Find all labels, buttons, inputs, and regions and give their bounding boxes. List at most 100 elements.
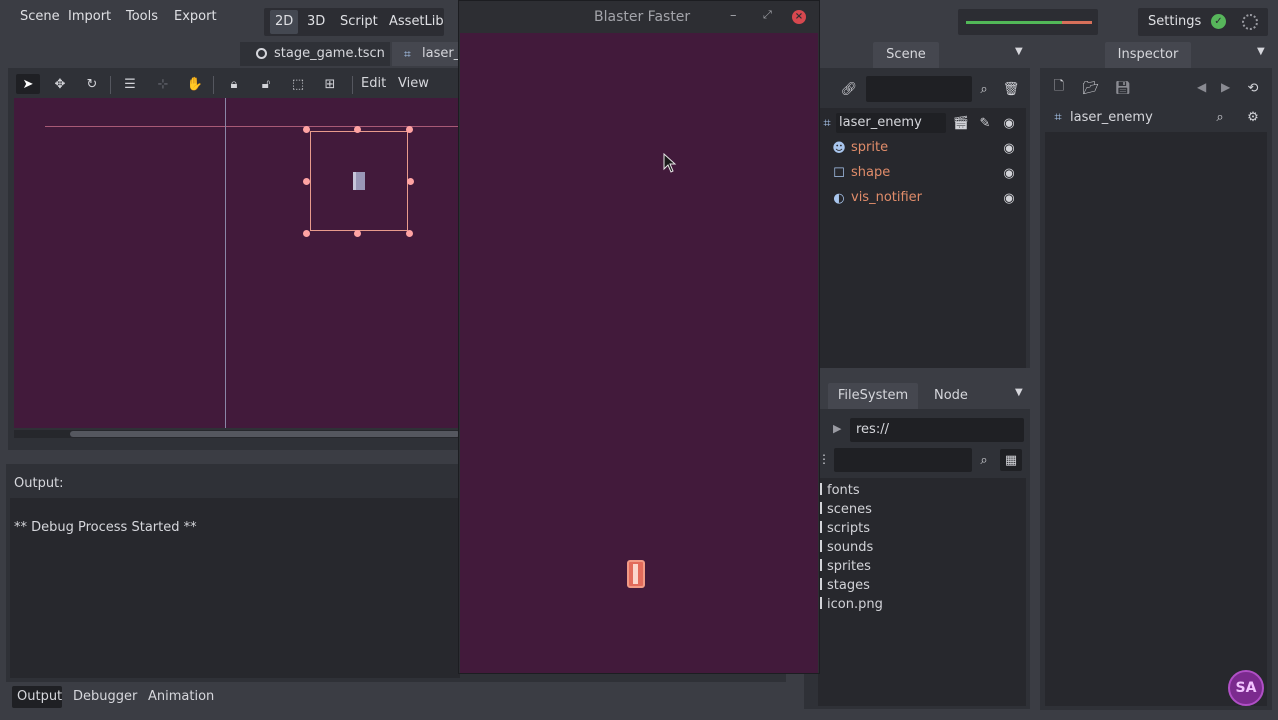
fs-item-sprites[interactable]: sprites — [820, 557, 871, 576]
tree-item-vis-notifier[interactable]: vis_notifier — [851, 187, 922, 209]
history-forward-icon[interactable]: ▶ — [1221, 80, 1230, 94]
toolbar-divider — [110, 76, 111, 94]
scrollbar-thumb[interactable] — [70, 431, 460, 437]
resize-handle[interactable] — [406, 126, 413, 133]
trash-icon[interactable]: 🗑︎ — [1003, 81, 1020, 97]
resize-handle[interactable] — [354, 126, 361, 133]
axis-y-line — [225, 98, 226, 428]
mode-3d[interactable]: 3D — [302, 10, 330, 34]
logo-icon: SA — [1228, 670, 1264, 706]
history-icon[interactable]: ⟲ — [1245, 80, 1261, 96]
resize-handle[interactable] — [303, 230, 310, 237]
tab-scene[interactable]: Scene — [873, 42, 939, 68]
mode-script[interactable]: Script — [335, 10, 383, 34]
eye-icon[interactable]: ◉ — [1001, 140, 1017, 156]
node2d-icon: ⌗ — [1054, 109, 1062, 125]
resize-handle[interactable] — [407, 178, 414, 185]
move-icon[interactable]: ✥ — [52, 76, 68, 92]
fs-search-input[interactable] — [834, 448, 972, 472]
scene-dock-menu-icon[interactable]: ▼ — [1015, 46, 1023, 57]
script-icon[interactable]: ✎ — [977, 115, 993, 131]
output-title: Output: — [14, 476, 64, 491]
resize-handle[interactable] — [354, 230, 361, 237]
audio-meter — [958, 9, 1098, 35]
gear-icon[interactable]: ⚙ — [1245, 109, 1261, 125]
new-resource-icon[interactable]: 🗋︎ — [1051, 79, 1067, 96]
scene-filter-input[interactable] — [866, 76, 972, 102]
mode-assetlib[interactable]: AssetLib — [384, 10, 449, 34]
resize-handle[interactable] — [406, 230, 413, 237]
notifier-icon: ◐ — [833, 190, 845, 206]
search-icon[interactable]: ⌕ — [976, 81, 992, 97]
game-canvas[interactable] — [460, 33, 818, 673]
menu-import[interactable]: Import — [62, 6, 117, 28]
tree-item-laser-enemy[interactable]: laser_enemy — [839, 112, 922, 134]
sprite-icon: ☻ — [832, 140, 846, 156]
eye-icon[interactable]: ◉ — [1001, 190, 1017, 206]
menu-scene[interactable]: Scene — [14, 6, 66, 28]
resize-handle[interactable] — [303, 178, 310, 185]
maximize-icon[interactable]: ⤢ — [763, 8, 772, 22]
view-menu[interactable]: View — [398, 76, 429, 91]
ungroup-icon[interactable]: ⊞ — [322, 76, 338, 92]
link-icon[interactable]: 🔗︎ — [841, 81, 858, 97]
bottom-tab-output[interactable]: Output — [17, 689, 62, 704]
tab-inspector[interactable]: Inspector — [1105, 42, 1191, 68]
eye-icon[interactable]: ◉ — [1001, 115, 1017, 131]
output-log-area[interactable]: ** Debug Process Started ** — [10, 498, 460, 678]
eye-icon[interactable]: ◉ — [1001, 165, 1017, 181]
fs-item-icon-png[interactable]: icon.png — [820, 595, 883, 614]
fs-dock-menu-icon[interactable]: ▼ — [1015, 387, 1023, 398]
circle-icon — [256, 48, 267, 59]
close-icon[interactable]: × — [792, 10, 806, 24]
bottom-tab-animation[interactable]: Animation — [148, 689, 214, 704]
rotate-icon[interactable]: ↻ — [84, 76, 100, 92]
open-folder-icon[interactable]: 📂︎ — [1083, 80, 1100, 96]
inspector-properties[interactable] — [1045, 132, 1267, 706]
group-icon[interactable]: ⬚ — [290, 76, 306, 92]
inspector-object-name[interactable]: laser_enemy — [1070, 110, 1153, 125]
viewport-canvas[interactable] — [14, 98, 460, 428]
settings-button[interactable]: Settings — [1148, 14, 1201, 29]
history-back-icon[interactable]: ◀ — [1197, 80, 1206, 94]
inspector-menu-icon[interactable]: ▼ — [1257, 46, 1265, 57]
tab-node[interactable]: Node — [924, 383, 978, 409]
mode-2d[interactable]: 2D — [270, 10, 299, 34]
pivot-icon[interactable]: ⊹ — [155, 76, 171, 92]
game-window: Blaster Faster – ⤢ × — [458, 0, 820, 674]
search-icon[interactable]: ⌕ — [1212, 109, 1228, 125]
scene-tab-stage-game[interactable]: stage_game.tscn — [240, 42, 390, 66]
search-icon[interactable]: ⌕ — [976, 452, 992, 468]
viewport-scrollbar[interactable] — [14, 430, 460, 438]
tab-filesystem[interactable]: FileSystem — [828, 383, 918, 409]
resize-handle[interactable] — [303, 126, 310, 133]
edit-menu[interactable]: Edit — [361, 76, 386, 91]
fs-item-fonts[interactable]: fonts — [820, 481, 860, 500]
menu-export[interactable]: Export — [168, 6, 223, 28]
fs-path-input[interactable]: res:// — [850, 418, 1024, 442]
collision-shape-icon: ☐ — [833, 165, 845, 181]
minimize-icon[interactable]: – — [730, 8, 737, 23]
unlock-icon[interactable]: 🔓︎ — [258, 76, 274, 92]
fs-item-scripts[interactable]: scripts — [820, 519, 870, 538]
save-icon[interactable]: 💾︎ — [1115, 80, 1132, 96]
scene-tab-laser-enemy[interactable]: ⌗ laser_e — [392, 42, 468, 66]
lock-icon[interactable]: 🔒︎ — [226, 76, 242, 92]
fs-item-stages[interactable]: stages — [820, 576, 870, 595]
grid-view-icon[interactable]: ▦ — [1003, 452, 1019, 468]
tree-item-shape[interactable]: shape — [851, 162, 890, 184]
laser-sprite — [353, 172, 365, 190]
pan-hand-icon[interactable]: ✋ — [187, 76, 203, 92]
select-arrow-icon[interactable]: ➤ — [20, 76, 36, 92]
bottom-tab-debugger[interactable]: Debugger — [73, 689, 137, 704]
fs-item-sounds[interactable]: sounds — [820, 538, 873, 557]
list-select-icon[interactable]: ☰ — [122, 76, 138, 92]
tree-item-sprite[interactable]: sprite — [851, 137, 888, 159]
clapper-icon[interactable]: 🎬︎ — [953, 115, 970, 131]
node2d-icon: ⌗ — [823, 115, 831, 131]
spinner-icon — [1242, 14, 1258, 30]
history-forward-icon[interactable]: ▶ — [833, 422, 841, 435]
toolbar-divider — [352, 76, 353, 94]
menu-tools[interactable]: Tools — [120, 6, 164, 28]
fs-item-scenes[interactable]: scenes — [820, 500, 872, 519]
